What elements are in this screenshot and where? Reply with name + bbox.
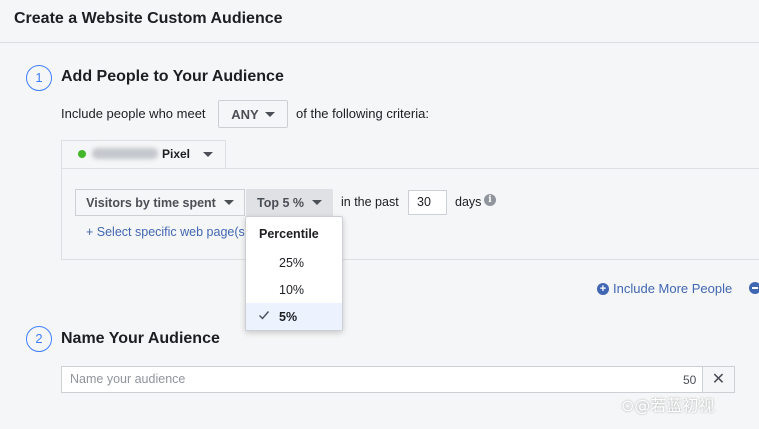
caret-down-icon — [312, 200, 322, 205]
percentile-option-label: 10% — [279, 283, 305, 297]
pixel-name-redacted — [92, 148, 158, 159]
days-label: days — [455, 195, 482, 209]
caret-down-icon — [264, 111, 275, 117]
criteria-prefix-label: Include people who meet — [61, 106, 206, 121]
match-type-value: ANY — [231, 106, 259, 122]
check-icon — [259, 311, 270, 320]
character-limit-counter: 50 — [683, 373, 697, 387]
step-2-title: Name Your Audience — [61, 330, 220, 347]
select-web-pages-link[interactable]: + Select specific web page(s — [86, 225, 245, 239]
info-icon[interactable]: i — [484, 194, 496, 206]
dialog-title: Create a Website Custom Audience — [14, 10, 283, 27]
percentile-option[interactable]: 25% — [246, 249, 342, 276]
include-more-people-button[interactable]: + Include More People — [597, 281, 732, 296]
audience-name-input[interactable]: Name your audience — [61, 366, 703, 393]
criteria-suffix-label: of the following criteria: — [296, 106, 429, 121]
pixel-label: Pixel — [162, 147, 191, 161]
watermark: ⊙@若蓝初视 — [621, 396, 715, 415]
pixel-selector[interactable]: Pixel — [61, 140, 226, 168]
event-type-dropdown[interactable]: Visitors by time spent — [75, 189, 245, 216]
dialog-header: Create a Website Custom Audience — [0, 0, 759, 43]
percentile-option-label: 25% — [279, 256, 305, 270]
step-2-indicator: 2 — [26, 326, 52, 352]
percentile-option[interactable]: 10% — [246, 276, 342, 303]
percentile-value: Top 5 % — [257, 195, 304, 210]
percentile-dropdown[interactable]: Top 5 % — [246, 189, 333, 216]
minus-circle-icon[interactable] — [749, 282, 759, 294]
step-1-title: Add People to Your Audience — [61, 68, 284, 85]
caret-down-icon — [223, 200, 234, 205]
percentile-option-label: 5% — [279, 310, 298, 324]
percentile-menu: Percentile 25% 10% 5% — [245, 216, 343, 331]
clear-name-button[interactable]: ✕ — [703, 366, 735, 393]
days-input[interactable]: 30 — [408, 190, 447, 215]
in-the-past-label: in the past — [341, 195, 399, 209]
caret-down-icon — [203, 152, 213, 157]
step-1-indicator: 1 — [26, 65, 52, 91]
percentile-menu-header: Percentile — [259, 227, 319, 241]
plus-circle-icon: + — [597, 282, 609, 295]
percentile-option-selected[interactable]: 5% — [246, 303, 342, 330]
match-type-dropdown[interactable]: ANY — [218, 100, 288, 128]
pixel-status-dot — [78, 150, 86, 158]
include-more-label: Include More People — [613, 281, 733, 296]
event-type-value: Visitors by time spent — [86, 195, 216, 210]
